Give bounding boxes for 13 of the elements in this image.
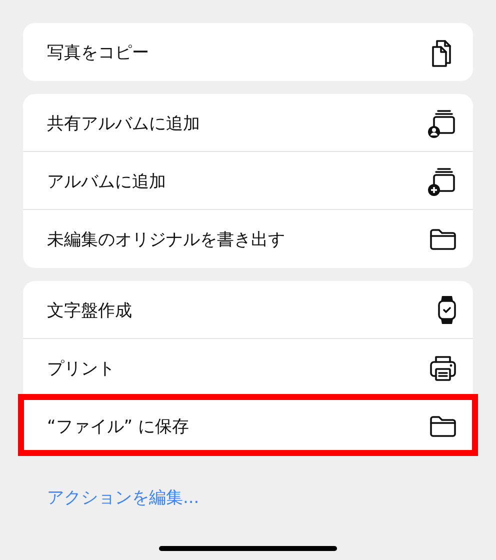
menu-item[interactable]: 未編集のオリジナルを書き出す	[23, 210, 473, 268]
menu-item[interactable]: 写真をコピー	[23, 23, 473, 81]
menu-item[interactable]: “ファイル” に保存	[23, 397, 473, 455]
add-to-album-icon	[427, 166, 457, 196]
menu-item[interactable]: プリント	[23, 339, 473, 397]
menu-item[interactable]: アルバムに追加	[23, 152, 473, 210]
printer-icon	[429, 354, 457, 382]
folder-icon	[429, 415, 457, 437]
shared-album-icon	[427, 108, 457, 138]
folder-icon	[429, 228, 457, 250]
watch-icon	[437, 294, 457, 326]
menu-item[interactable]: 文字盤作成	[23, 281, 473, 339]
menu-item[interactable]: 共有アルバムに追加	[23, 94, 473, 152]
